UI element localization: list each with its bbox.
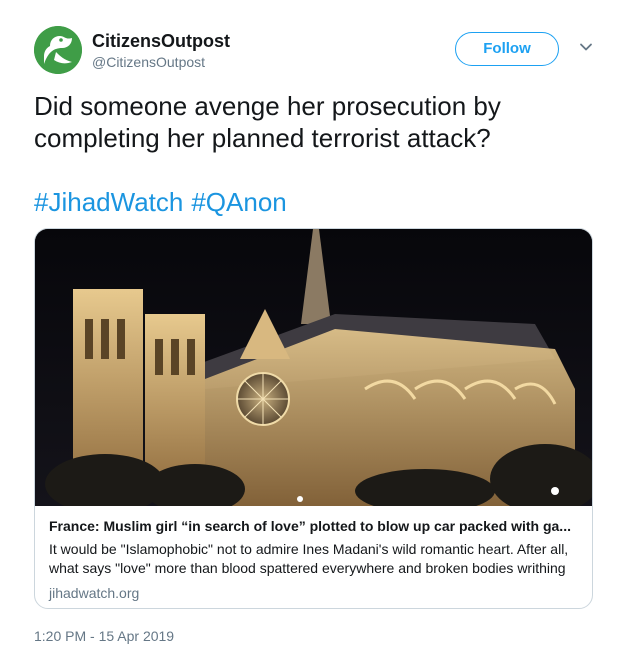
cathedral-photo — [35, 229, 592, 506]
hashtags: #JihadWatch #QAnon — [34, 186, 295, 218]
display-name[interactable]: CitizensOutpost — [92, 30, 230, 52]
hashtag-link[interactable]: #QAnon — [191, 187, 286, 217]
card-description: It would be "Islamophobic" not to admire… — [49, 541, 569, 576]
hashtag-link[interactable]: #JihadWatch — [34, 187, 183, 217]
tweet-text: Did someone avenge her prosecution by co… — [34, 91, 501, 153]
tweet-header: CitizensOutpost @CitizensOutpost Follow — [34, 26, 604, 76]
timestamp[interactable]: 1:20 PM - 15 Apr 2019 — [34, 628, 174, 644]
chevron-down-icon[interactable] — [579, 40, 593, 54]
link-preview-card[interactable]: France: Muslim girl “in search of love” … — [34, 228, 593, 609]
card-title[interactable]: France: Muslim girl “in search of love” … — [49, 516, 584, 536]
avatar[interactable] — [34, 26, 82, 74]
follow-button[interactable]: Follow — [455, 32, 559, 66]
bird-logo-icon — [34, 26, 82, 74]
user-handle[interactable]: @CitizensOutpost — [92, 52, 230, 72]
card-domain: jihadwatch.org — [49, 585, 140, 601]
